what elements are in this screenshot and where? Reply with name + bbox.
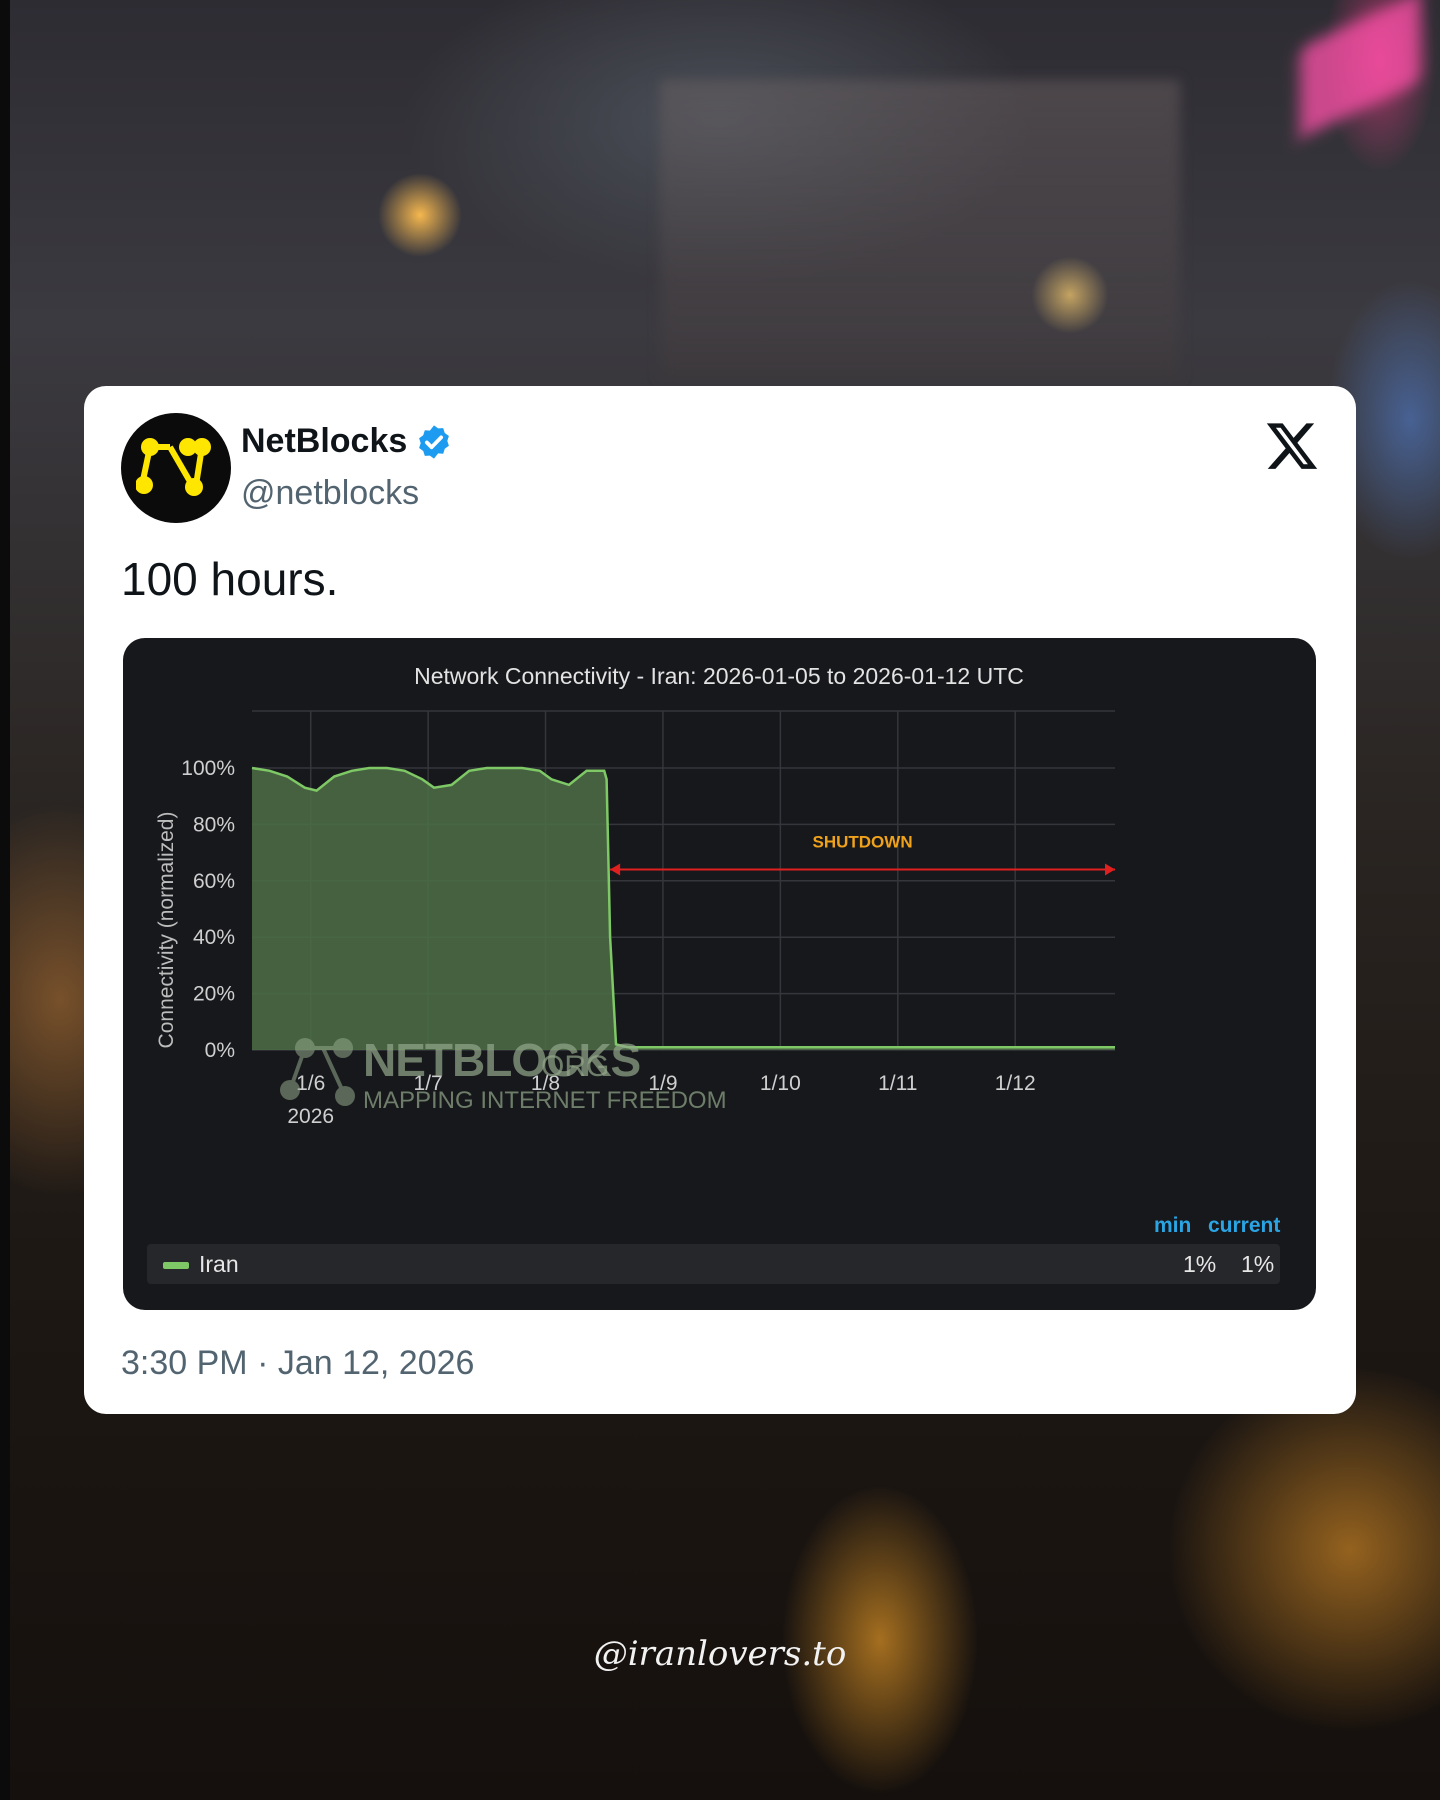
- y-tick-label: 60%: [193, 870, 235, 893]
- legend-swatch: [163, 1262, 189, 1269]
- chart-panel[interactable]: Network Connectivity - Iran: 2026-01-05 …: [123, 638, 1316, 1310]
- chart-y-axis-label: Connectivity (normalized): [155, 812, 178, 1049]
- tweet-card[interactable]: NetBlocks @netblocks 100 hours. Network …: [84, 386, 1356, 1414]
- legend-header-min[interactable]: min: [1154, 1214, 1191, 1238]
- netblocks-logo-icon-graphic: [136, 438, 211, 496]
- tweet-timestamp[interactable]: 3:30 PM · Jan 12, 2026: [121, 1344, 474, 1383]
- annotation-label: SHUTDOWN: [813, 833, 913, 852]
- y-tick-label: 0%: [205, 1039, 235, 1062]
- x-tick-sublabel: 2026: [287, 1105, 334, 1128]
- chart-series: [251, 766, 1115, 1050]
- y-tick-label: 40%: [193, 926, 235, 949]
- watermark-tagline: MAPPING INTERNET FREEDOM: [363, 1087, 727, 1114]
- x-tick-label: 1/11: [878, 1072, 917, 1095]
- annotation-arrow-left-head: [610, 863, 621, 876]
- chart-annotations: SHUTDOWN: [610, 833, 1115, 876]
- netblocks-logo-icon[interactable]: [121, 413, 231, 523]
- legend-row[interactable]: Iran 1% 1%: [147, 1244, 1280, 1284]
- series-area-iran: [252, 768, 1115, 1050]
- background-neon-sign: [1300, 0, 1420, 138]
- chart-title: Network Connectivity - Iran: 2026-01-05 …: [414, 663, 1024, 689]
- x-tick-label: 1/6: [296, 1072, 325, 1095]
- overlay-handle: @iranlovers.to: [593, 1634, 847, 1674]
- x-tick-label: 1/12: [995, 1072, 1036, 1095]
- annotation-arrow-right-head: [1105, 863, 1115, 876]
- author-handle[interactable]: @netblocks: [241, 474, 419, 513]
- legend-series-name[interactable]: Iran: [199, 1251, 239, 1278]
- y-tick-label: 100%: [181, 757, 235, 780]
- verified-badge-icon: [419, 424, 450, 459]
- legend-min-value: 1%: [1183, 1251, 1217, 1277]
- connectivity-chart: Network Connectivity - Iran: 2026-01-05 …: [155, 663, 1115, 1128]
- legend-header-current[interactable]: current: [1208, 1214, 1280, 1238]
- author-row: NetBlocks: [241, 422, 453, 461]
- x-tick-label: 1/10: [760, 1072, 801, 1095]
- x-logo-icon[interactable]: [1264, 418, 1320, 474]
- tweet-text: 100 hours.: [121, 553, 339, 605]
- y-tick-label: 80%: [193, 813, 235, 836]
- watermark-suffix: ORG: [541, 1050, 609, 1083]
- background-building: [660, 80, 1180, 380]
- y-tick-label: 20%: [193, 983, 235, 1006]
- legend-current-value: 1%: [1241, 1251, 1275, 1277]
- author-name[interactable]: NetBlocks: [241, 422, 407, 461]
